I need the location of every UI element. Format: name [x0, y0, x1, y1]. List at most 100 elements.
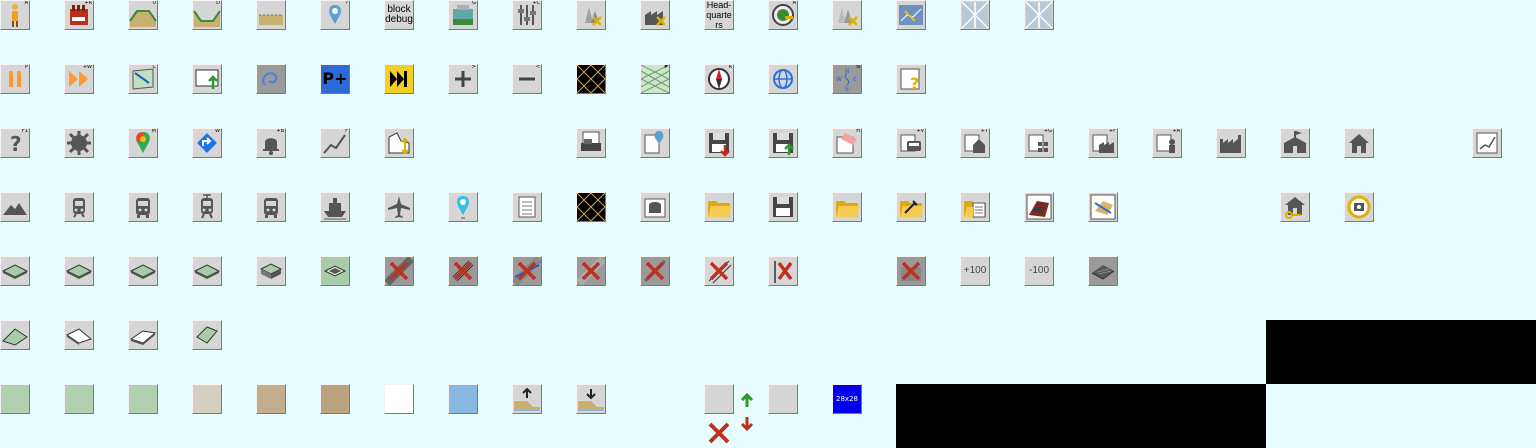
satellite-map-button[interactable]	[896, 0, 926, 30]
vehicle-doc-button[interactable]	[1024, 192, 1054, 222]
cliff-height-button[interactable]	[384, 128, 414, 158]
town-list-button[interactable]: +T	[960, 128, 990, 158]
grid-dark-button[interactable]	[576, 64, 606, 94]
marker-button[interactable]	[448, 192, 478, 222]
remove-trees-button[interactable]	[576, 0, 606, 30]
fast-forward-button[interactable]: +W	[64, 64, 94, 94]
remove-rail-button[interactable]	[448, 256, 478, 286]
maps-button[interactable]: M	[128, 128, 158, 158]
paper-map-2-button[interactable]	[1024, 0, 1054, 30]
sliders-button[interactable]: +C	[512, 0, 542, 30]
goods-list-button[interactable]: +G	[1024, 128, 1054, 158]
lower-water-button[interactable]	[576, 384, 606, 414]
folder-document-button[interactable]	[960, 192, 990, 222]
grid-dark-2-button[interactable]	[576, 192, 606, 222]
arrow-down-icon[interactable]	[740, 416, 754, 432]
block-debug-button[interactable]: block debug	[384, 0, 414, 30]
paper-map-button[interactable]	[960, 0, 990, 30]
foundation-button[interactable]	[1088, 256, 1118, 286]
waypoint-list-button[interactable]	[640, 128, 670, 158]
settings-button[interactable]	[64, 128, 94, 158]
coach-button[interactable]	[256, 192, 286, 222]
p-plus-button[interactable]: P+	[320, 64, 350, 94]
swatch-tan-button[interactable]	[256, 384, 286, 414]
chart-button[interactable]: F	[320, 128, 350, 158]
depot-button[interactable]	[640, 192, 670, 222]
vehicle-list-button[interactable]: +V	[896, 128, 926, 158]
folder-button[interactable]	[832, 192, 862, 222]
tile-2-button[interactable]	[64, 256, 94, 286]
remove-road-button[interactable]	[384, 256, 414, 286]
help-page-button[interactable]: ?	[896, 64, 926, 94]
remove-wire-button[interactable]	[704, 256, 734, 286]
remove-station-button[interactable]	[896, 256, 926, 286]
level-land-button[interactable]	[256, 0, 286, 30]
floppy-button[interactable]	[768, 192, 798, 222]
directions-button[interactable]: W	[192, 128, 222, 158]
swatch-white-button[interactable]	[384, 384, 414, 414]
headquarters-button[interactable]: Head-quarters	[704, 0, 734, 30]
station-button[interactable]: G	[448, 0, 478, 30]
close-icon[interactable]	[706, 420, 732, 446]
minus-100-button[interactable]: -100	[1024, 256, 1054, 286]
map-frame-button[interactable]: C	[128, 64, 158, 94]
tile-4-button[interactable]	[192, 256, 222, 286]
lower-land-button[interactable]: D	[192, 0, 222, 30]
swatch-green-3-button[interactable]	[128, 384, 158, 414]
graph-button[interactable]	[1472, 128, 1502, 158]
airplane-button[interactable]	[384, 192, 414, 222]
raise-water-button[interactable]	[512, 384, 542, 414]
web-globe-button[interactable]	[768, 64, 798, 94]
slope-2-button[interactable]	[64, 320, 94, 350]
remove-bridge-button[interactable]	[640, 256, 670, 286]
save-button[interactable]	[768, 128, 798, 158]
slope-4-button[interactable]	[192, 320, 222, 350]
location-pin-button[interactable]: ?	[320, 0, 350, 30]
swatch-green-1-button[interactable]	[0, 384, 30, 414]
blank-1-button[interactable]	[704, 384, 734, 414]
size-28x28-button[interactable]: 28x28	[832, 384, 862, 414]
remove-canal-button[interactable]	[576, 256, 606, 286]
compass-button[interactable]: R	[704, 64, 734, 94]
ship-button[interactable]	[320, 192, 350, 222]
folder-tool-button[interactable]	[896, 192, 926, 222]
factory-list-button[interactable]: +F	[1088, 128, 1118, 158]
tile-1-button[interactable]	[0, 256, 30, 286]
load-button[interactable]	[704, 128, 734, 158]
pause-button[interactable]: P	[0, 64, 30, 94]
notifications-button[interactable]: +B	[256, 128, 286, 158]
screenshot-button[interactable]	[192, 64, 222, 94]
raise-land-button[interactable]: U	[128, 0, 158, 30]
plus-100-button[interactable]: +100	[960, 256, 990, 286]
zoom-out-button[interactable]: <	[512, 64, 542, 94]
person-button[interactable]: A	[0, 0, 30, 30]
halt-list-button[interactable]: H	[832, 128, 862, 158]
swirl-button[interactable]	[256, 64, 286, 94]
house-button[interactable]	[1344, 128, 1374, 158]
slope-3-button[interactable]	[128, 320, 158, 350]
swatch-green-2-button[interactable]	[64, 384, 94, 414]
map-doc-button[interactable]	[1088, 192, 1118, 222]
blank-2-button[interactable]	[768, 384, 798, 414]
player-list-button[interactable]: +A	[1152, 128, 1182, 158]
swatch-brown-button[interactable]	[320, 384, 350, 414]
document-button[interactable]	[512, 192, 542, 222]
globe-key-button[interactable]: A	[768, 0, 798, 30]
tile-raised-button[interactable]	[256, 256, 286, 286]
tram-button[interactable]	[192, 192, 222, 222]
bus-button[interactable]	[128, 192, 158, 222]
rotate-map-button[interactable]: NWESN	[832, 64, 862, 94]
slope-1-button[interactable]	[0, 320, 30, 350]
remove-sign-button[interactable]	[768, 256, 798, 286]
depot-list-button[interactable]	[576, 128, 606, 158]
open-folder-button[interactable]	[704, 192, 734, 222]
remove-factory-button[interactable]	[640, 0, 670, 30]
help-button[interactable]: ? F1	[0, 128, 30, 158]
town-hall-button[interactable]	[1280, 128, 1310, 158]
arrow-up-icon[interactable]	[740, 392, 754, 408]
swatch-blue-button[interactable]	[448, 384, 478, 414]
house-key-button[interactable]	[1280, 192, 1310, 222]
grid-overlay-button[interactable]: #	[640, 64, 670, 94]
remove-tram-button[interactable]	[512, 256, 542, 286]
skip-forward-button[interactable]	[384, 64, 414, 94]
